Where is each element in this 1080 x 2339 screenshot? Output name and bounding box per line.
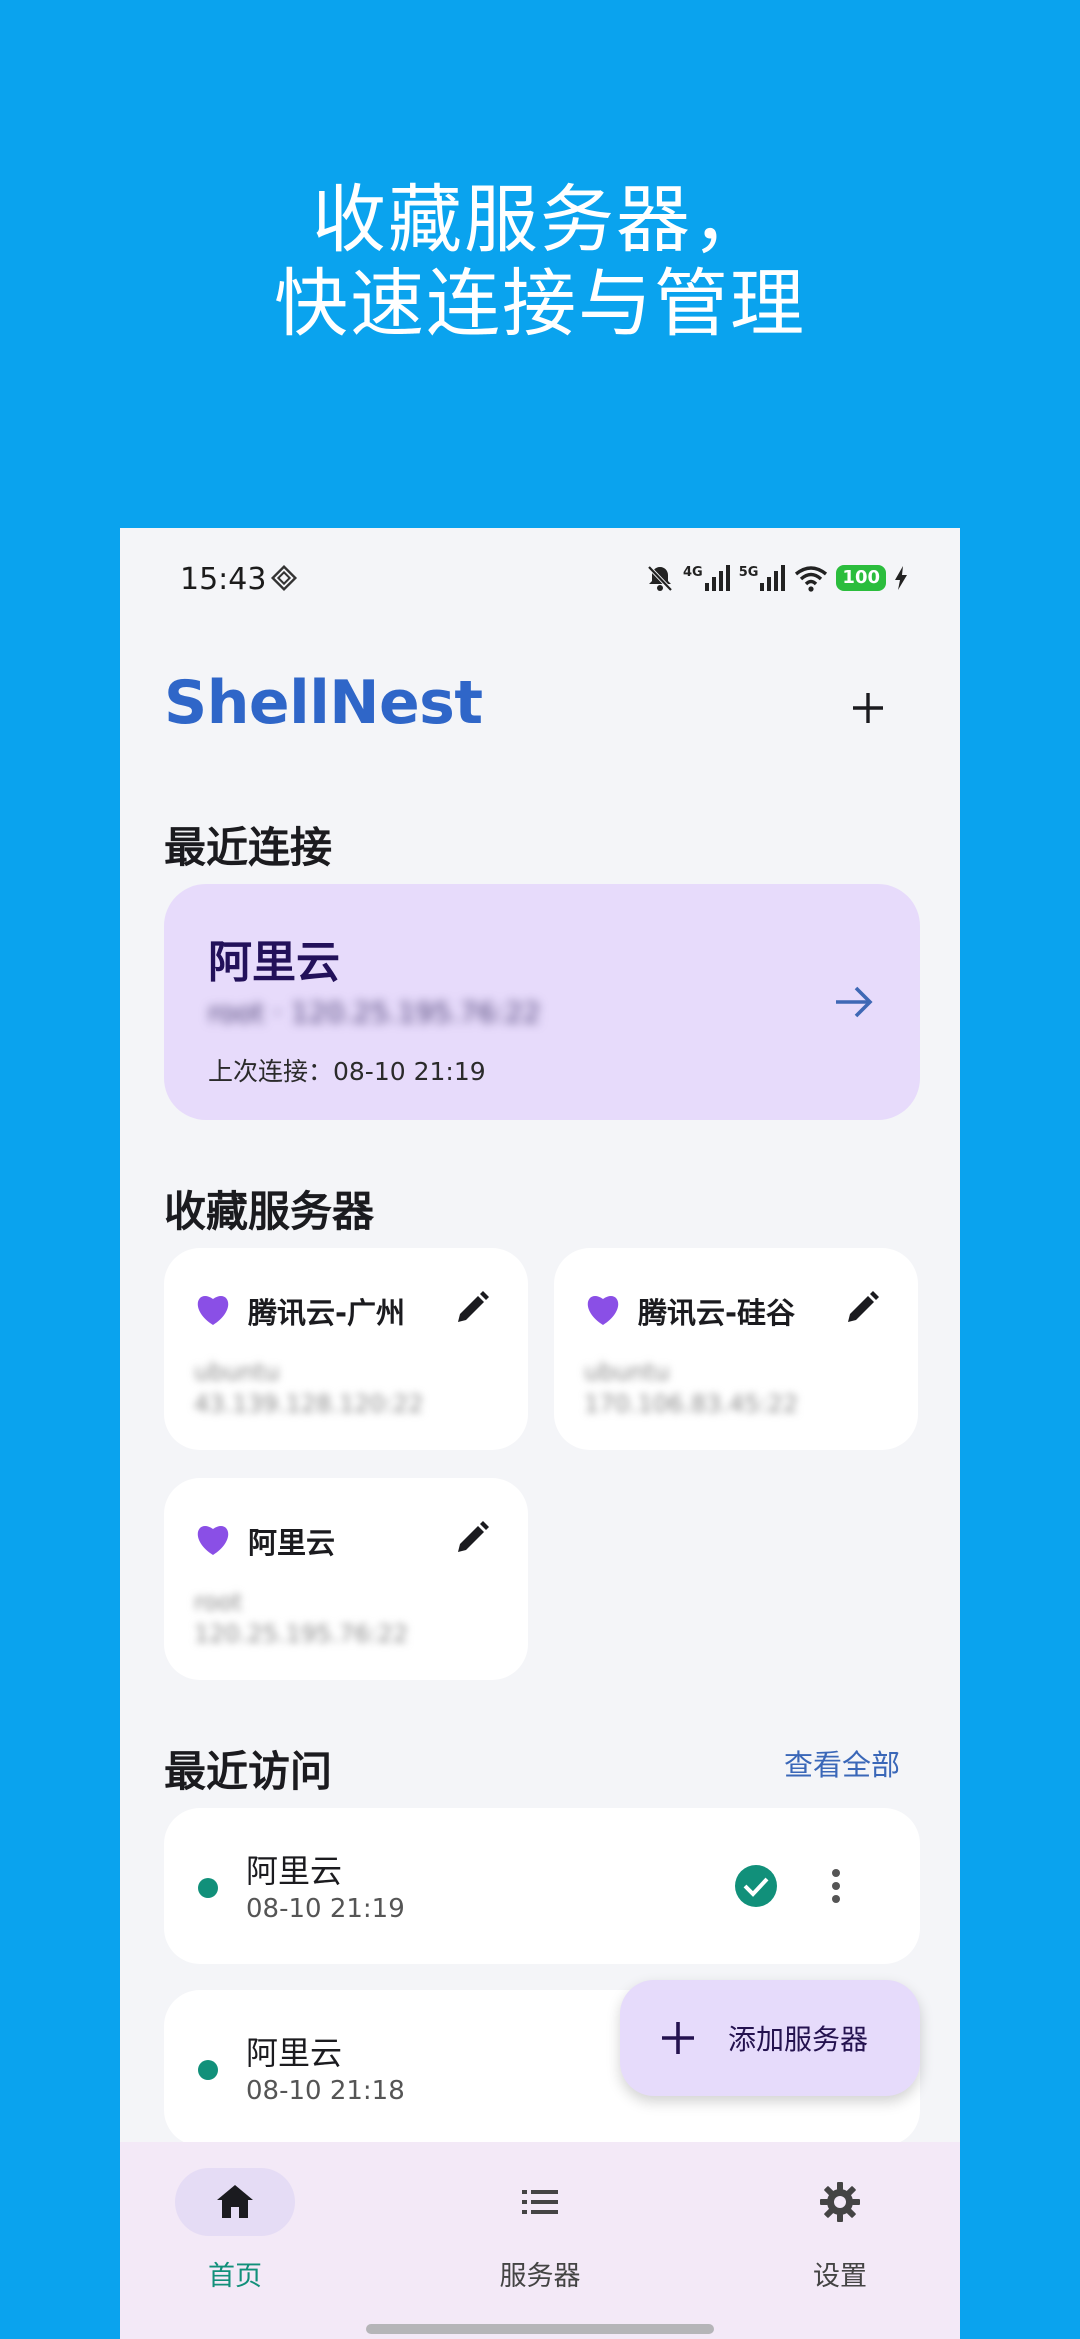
network-label-1: 4G	[682, 565, 703, 580]
network-label-2: 5G	[738, 565, 759, 580]
signal-bars-icon	[704, 565, 730, 591]
gear-icon	[820, 2182, 860, 2222]
visit-server-name: 阿里云	[246, 1852, 343, 1890]
status-bar: 15:43 4G 5G 100	[120, 528, 960, 628]
check-circle-icon	[735, 1865, 777, 1907]
battery-indicator: 100	[836, 565, 886, 591]
status-time: 15:43	[180, 562, 267, 597]
status-dot	[198, 1878, 218, 1898]
arrow-right-icon[interactable]	[832, 980, 876, 1024]
charging-bolt-icon	[895, 566, 907, 590]
edit-pencil-icon[interactable]	[452, 1288, 492, 1328]
edit-pencil-icon[interactable]	[452, 1518, 492, 1558]
favorite-name: 阿里云	[248, 1526, 336, 1560]
status-dot	[198, 2060, 218, 2080]
headline: 收藏服务器， 快速连接与管理	[0, 178, 1080, 346]
list-icon	[522, 2190, 558, 2214]
bell-off-icon	[647, 565, 673, 592]
signal-bars-icon	[760, 565, 786, 591]
signal-4g: 4G	[683, 565, 731, 591]
favorite-name: 腾讯云-广州	[248, 1296, 406, 1330]
app-title: ShellNest	[164, 668, 483, 738]
status-icons: 4G 5G 100	[645, 558, 908, 598]
recent-last-connected: 上次连接：08-10 21:19	[208, 1057, 486, 1086]
favorite-card[interactable]: 腾讯云-广州 ubuntu 43.139.128.120:22	[164, 1248, 528, 1450]
signal-5g: 5G	[739, 565, 787, 591]
favorite-card[interactable]: 腾讯云-硅谷 ubuntu 170.106.83.45:22	[554, 1248, 918, 1450]
bottom-navigation: 首页 服务器 设置	[120, 2142, 960, 2339]
visit-time: 08-10 21:18	[246, 2076, 405, 2106]
recent-server-address: root · 120.25.195.76:22	[208, 996, 541, 1029]
add-server-fab[interactable]: 添加服务器	[620, 1980, 920, 2096]
visit-time: 08-10 21:19	[246, 1894, 405, 1924]
heart-icon	[197, 1525, 229, 1555]
plus-icon	[662, 2022, 694, 2054]
recent-visit-item[interactable]: 阿里云 08-10 21:19	[164, 1808, 920, 1964]
favorite-card[interactable]: 阿里云 root 120.25.195.76:22	[164, 1478, 528, 1680]
section-title-recent-connection: 最近连接	[164, 823, 333, 872]
nav-item-home[interactable]: 首页	[135, 2142, 335, 2339]
more-vert-icon[interactable]	[818, 1864, 854, 1908]
add-server-label: 添加服务器	[728, 2023, 869, 2056]
gesture-bar[interactable]	[366, 2324, 714, 2334]
recent-server-name: 阿里云	[208, 937, 340, 988]
section-title-recent-visits: 最近访问	[164, 1747, 333, 1796]
view-all-link[interactable]: 查看全部	[784, 1742, 900, 1784]
headline-line-2: 快速连接与管理	[274, 261, 806, 347]
favorite-name: 腾讯云-硅谷	[638, 1296, 796, 1330]
wifi-icon	[795, 566, 828, 592]
nav-label-servers: 服务器	[499, 2261, 581, 2292]
favorite-user: ubuntu	[584, 1358, 670, 1386]
favorite-host: 120.25.195.76:22	[194, 1620, 409, 1648]
visit-server-name: 阿里云	[246, 2034, 343, 2072]
edit-pencil-icon[interactable]	[842, 1288, 882, 1328]
home-icon	[217, 2185, 253, 2218]
add-button[interactable]	[838, 678, 898, 738]
favorite-host: 43.139.128.120:22	[194, 1390, 424, 1418]
section-title-favorites: 收藏服务器	[164, 1187, 375, 1236]
favorite-user: ubuntu	[194, 1358, 280, 1386]
phone-screen: 15:43 4G 5G 100 ShellNest 最近连接 阿里云 root …	[120, 528, 960, 2339]
heart-icon	[197, 1295, 229, 1325]
recent-connection-card[interactable]: 阿里云 root · 120.25.195.76:22 上次连接：08-10 2…	[164, 884, 920, 1120]
nfc-icon	[270, 564, 298, 592]
favorite-user: root	[194, 1588, 243, 1616]
headline-line-1: 收藏服务器，	[312, 177, 768, 263]
nav-label-home: 首页	[208, 2261, 262, 2292]
favorite-host: 170.106.83.45:22	[584, 1390, 799, 1418]
nav-item-servers[interactable]: 服务器	[440, 2142, 640, 2339]
nav-item-settings[interactable]: 设置	[740, 2142, 940, 2339]
plus-icon	[853, 693, 883, 723]
nav-label-settings: 设置	[813, 2261, 867, 2292]
heart-icon	[587, 1295, 619, 1325]
